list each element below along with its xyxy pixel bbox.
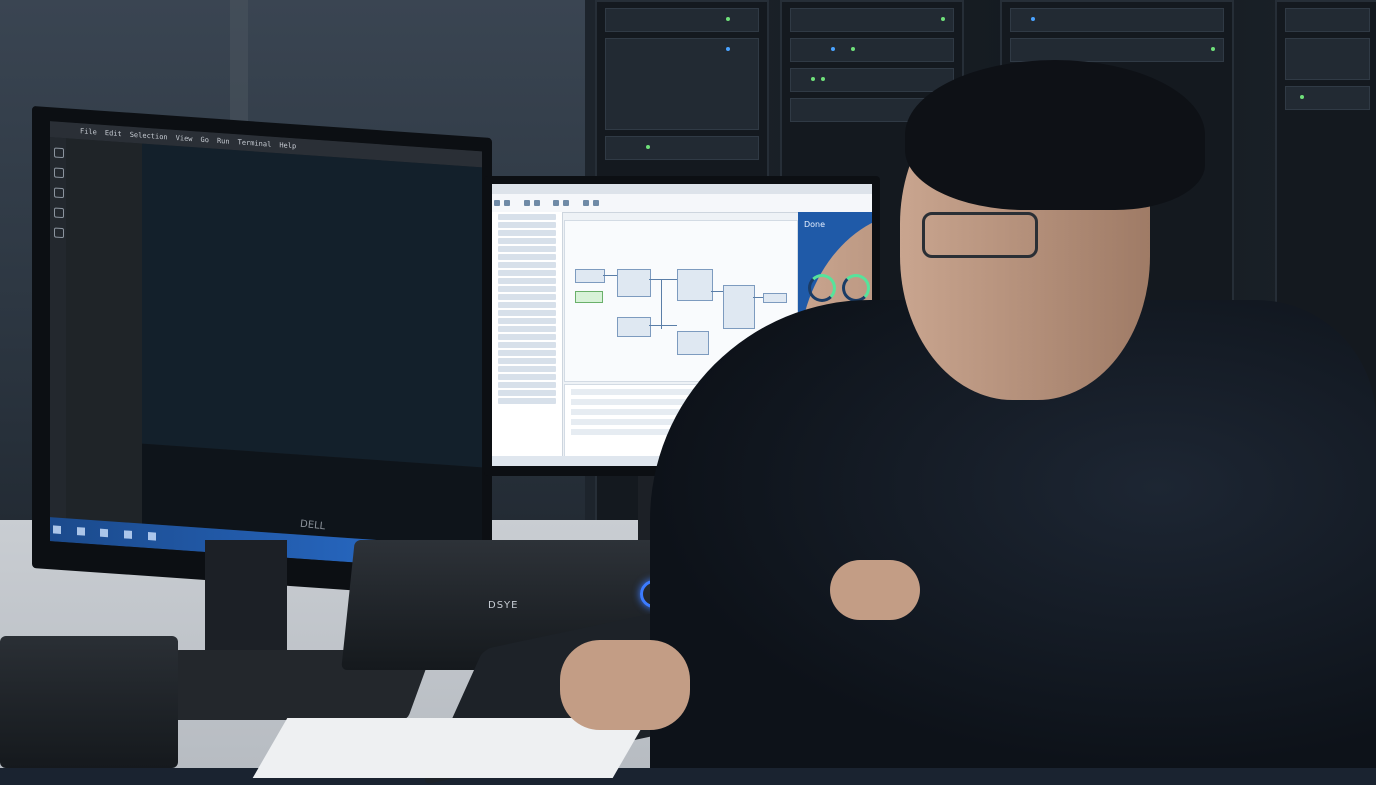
search-icon[interactable] — [54, 167, 64, 179]
window-titlebar — [492, 184, 872, 194]
diagram-block[interactable] — [723, 285, 755, 329]
toolbar-icon[interactable] — [523, 200, 530, 206]
start-icon[interactable] — [53, 525, 61, 534]
menu-selection[interactable]: Selection — [130, 131, 168, 142]
app-icon[interactable] — [147, 531, 156, 541]
diagram-block[interactable] — [617, 269, 651, 297]
person-hand — [560, 640, 690, 730]
menu-help[interactable]: Help — [279, 141, 296, 150]
menu-file[interactable]: File — [80, 127, 97, 136]
toolbar-icon[interactable] — [563, 200, 570, 206]
explorer-panel — [66, 138, 142, 524]
left-screen: File Edit Selection View Go Run Terminal… — [50, 121, 482, 572]
left-monitor: File Edit Selection View Go Run Terminal… — [32, 105, 492, 601]
diagram-block[interactable] — [617, 317, 651, 337]
toolbar-icon[interactable] — [582, 200, 589, 206]
project-tree[interactable] — [492, 212, 563, 456]
gauge-icon — [842, 274, 870, 302]
app-icon[interactable] — [123, 530, 132, 539]
diagram-block[interactable] — [677, 269, 713, 301]
device-label: DSYE — [488, 600, 519, 611]
toolbar-icon[interactable] — [553, 200, 560, 206]
explorer-icon[interactable] — [54, 147, 64, 159]
menu-edit[interactable]: Edit — [105, 129, 122, 138]
toolbar-icon[interactable] — [494, 200, 500, 206]
diagram-block[interactable] — [763, 293, 787, 303]
person-hand — [830, 560, 920, 620]
search-icon[interactable] — [76, 527, 85, 536]
app-icon[interactable] — [100, 528, 109, 538]
run-debug-icon[interactable] — [54, 207, 64, 219]
diagram-block[interactable] — [677, 331, 709, 355]
toolbar-icon[interactable] — [533, 200, 540, 206]
diagram-block[interactable] — [575, 269, 605, 283]
extensions-icon[interactable] — [54, 227, 64, 239]
person-hair — [905, 60, 1205, 210]
gauge-icon — [808, 274, 836, 302]
menu-go[interactable]: Go — [201, 136, 209, 145]
menu-view[interactable]: View — [176, 134, 193, 143]
eyeglasses — [922, 212, 1038, 258]
app-toolbar — [492, 194, 872, 213]
toolbar-icon[interactable] — [504, 200, 510, 206]
menu-run[interactable]: Run — [217, 137, 230, 146]
activity-bar — [50, 137, 66, 519]
mini-pc — [0, 636, 178, 768]
toolbar-icon[interactable] — [592, 200, 599, 206]
source-control-icon[interactable] — [54, 187, 64, 199]
diagram-block[interactable] — [575, 291, 603, 303]
menu-terminal[interactable]: Terminal — [238, 138, 272, 148]
code-editor[interactable] — [142, 143, 482, 468]
